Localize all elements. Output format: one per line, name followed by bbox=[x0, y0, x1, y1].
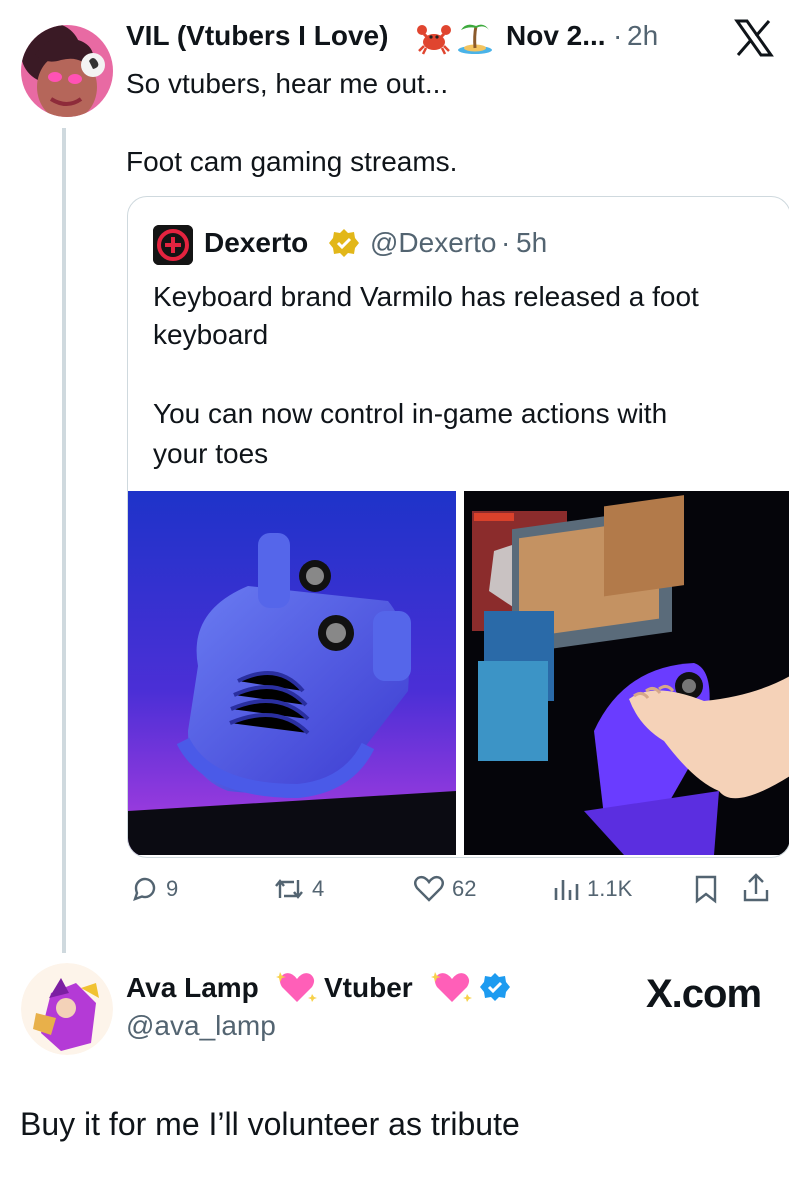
foot-on-keyboard-gaming-image[interactable] bbox=[464, 491, 789, 855]
quoted-author-name[interactable]: Dexerto bbox=[204, 227, 308, 259]
island-icon bbox=[456, 18, 494, 56]
vil-avatar[interactable] bbox=[21, 25, 113, 117]
heart-icon bbox=[414, 875, 444, 902]
views-icon bbox=[554, 880, 579, 900]
reply-icon bbox=[133, 877, 156, 901]
blue-verified-icon bbox=[480, 972, 510, 1002]
bookmark-icon[interactable] bbox=[693, 874, 719, 904]
main-time-ago[interactable]: 2h bbox=[627, 20, 658, 52]
x-com-brand-text[interactable]: X.com bbox=[646, 972, 762, 1017]
main-author-name[interactable]: VIL (Vtubers I Love) bbox=[126, 20, 388, 52]
repost-action[interactable]: 4 bbox=[272, 874, 324, 904]
reply-count: 9 bbox=[166, 876, 179, 901]
repost-count: 4 bbox=[312, 876, 325, 901]
sparkling-heart-icon-2 bbox=[431, 968, 473, 1008]
gold-verified-icon bbox=[329, 228, 359, 258]
ava-lamp-avatar[interactable] bbox=[21, 963, 113, 1055]
quoted-time-ago[interactable]: 5h bbox=[516, 227, 547, 259]
share-icon[interactable] bbox=[741, 872, 771, 904]
quoted-text-line1: Keyboard brand Varmilo has released a fo… bbox=[153, 281, 699, 312]
foot-keyboard-product-image[interactable] bbox=[128, 491, 456, 855]
thread-connector-line bbox=[62, 128, 66, 953]
sparkling-heart-icon bbox=[276, 968, 318, 1008]
quoted-text-line2: keyboard bbox=[153, 319, 269, 350]
quoted-separator: · bbox=[501, 227, 511, 258]
main-separator: · bbox=[613, 20, 623, 51]
reply-author-name-part1[interactable]: Ava Lamp bbox=[126, 972, 259, 1004]
quoted-handle[interactable]: @Dexerto bbox=[370, 227, 496, 259]
x-logo-icon[interactable] bbox=[734, 18, 774, 58]
main-tweet-text-line1: So vtubers, hear me out... bbox=[126, 68, 449, 99]
repost-icon bbox=[275, 879, 303, 899]
quoted-tweet-card[interactable]: Dexerto @Dexerto · 5h Keyboard brand Var… bbox=[127, 196, 789, 858]
like-count: 62 bbox=[452, 876, 477, 901]
views-count: 1.1K bbox=[587, 876, 633, 901]
reply-handle[interactable]: @ava_lamp bbox=[126, 1010, 276, 1042]
quoted-text-line4: your toes bbox=[153, 438, 269, 469]
dexerto-logo-icon[interactable] bbox=[153, 225, 193, 265]
reply-action[interactable]: 9 bbox=[130, 874, 178, 904]
reply-author-name-part2[interactable]: Vtuber bbox=[324, 972, 413, 1004]
crab-icon bbox=[416, 20, 452, 56]
reply-tweet-text: Buy it for me I’ll volunteer as tribute bbox=[20, 1106, 520, 1142]
main-date[interactable]: Nov 2... bbox=[506, 20, 606, 52]
main-tweet-text-line2: Foot cam gaming streams. bbox=[126, 146, 458, 177]
quoted-text-line3: You can now control in-game actions with bbox=[153, 398, 668, 429]
like-action[interactable]: 62 bbox=[412, 874, 476, 904]
views-action[interactable]: 1.1K bbox=[551, 874, 632, 904]
